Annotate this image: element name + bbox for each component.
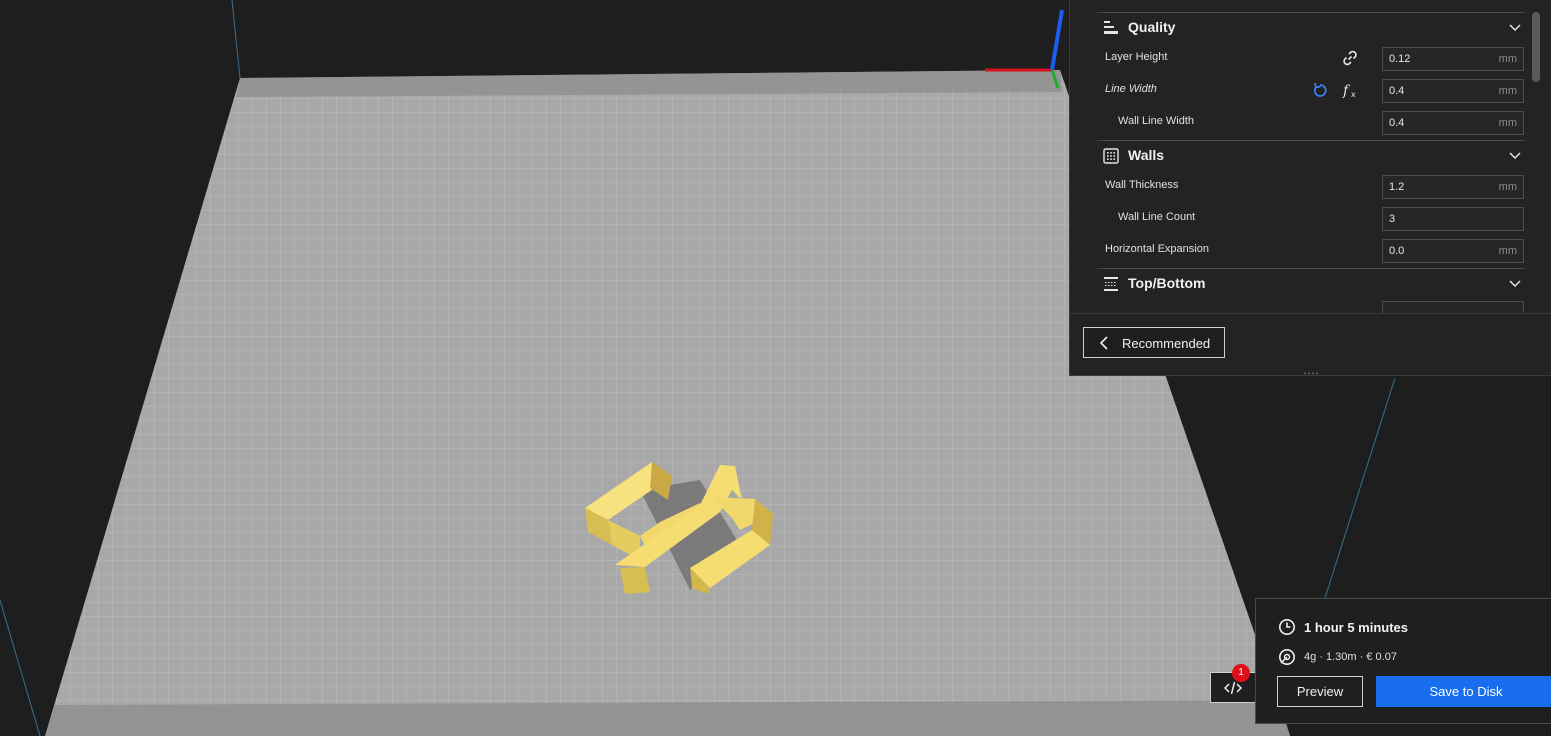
field-value: 0.4 xyxy=(1389,117,1405,129)
quality-icon xyxy=(1104,21,1118,34)
field-unit: mm xyxy=(1498,53,1517,65)
layer-height-field[interactable]: 0.12 mm xyxy=(1382,47,1524,71)
save-to-disk-button[interactable]: Save to Disk xyxy=(1376,676,1551,707)
spool-icon xyxy=(1279,649,1295,665)
field-unit: mm xyxy=(1498,245,1517,257)
setting-wall-thickness: Wall Thickness 1.2 mm xyxy=(1097,173,1525,201)
category-title: Walls xyxy=(1128,147,1165,163)
setting-wall-line-width: Wall Line Width 0.4 mm xyxy=(1097,109,1525,137)
field-value: 0.12 xyxy=(1389,53,1411,65)
recommended-label: Recommended xyxy=(1122,336,1211,351)
field-value: 0.0 xyxy=(1389,245,1405,257)
svg-text:f: f xyxy=(1342,83,1351,99)
link-icon[interactable] xyxy=(1341,49,1359,67)
setting-line-width: Line Width f x 0.4 mm xyxy=(1097,77,1525,105)
clock-icon xyxy=(1279,619,1295,635)
setting-wall-line-count: Wall Line Count 3 xyxy=(1097,205,1525,233)
field-unit: mm xyxy=(1498,85,1517,97)
reset-icon[interactable] xyxy=(1311,81,1329,99)
svg-text:x: x xyxy=(1351,90,1356,99)
setting-label: Horizontal Expansion xyxy=(1105,243,1209,255)
print-summary-panel: 1 hour 5 minutes 4g · 1.30m · € 0.07 Pre… xyxy=(1255,598,1551,724)
setting-label: Wall Line Count xyxy=(1118,211,1196,223)
walls-icon xyxy=(1103,148,1119,164)
field-unit: mm xyxy=(1498,117,1517,129)
field-value: 3 xyxy=(1389,213,1396,225)
chevron-left-icon xyxy=(1099,336,1108,350)
wall-line-count-field[interactable]: 3 xyxy=(1382,207,1524,231)
line-width-field[interactable]: 0.4 mm xyxy=(1382,79,1524,103)
setting-layer-height: Layer Height 0.12 mm xyxy=(1097,45,1525,73)
preview-button[interactable]: Preview xyxy=(1277,676,1363,707)
settings-scrollbar[interactable] xyxy=(1532,12,1540,312)
category-walls[interactable]: Walls xyxy=(1097,140,1525,170)
settings-scroll-area[interactable]: Quality Layer Height 0.12 mm Line Width xyxy=(1070,0,1530,313)
setting-horizontal-expansion: Horizontal Expansion 0.0 mm xyxy=(1097,237,1525,265)
chevron-down-icon[interactable] xyxy=(1507,19,1523,35)
setting-label: Line Width xyxy=(1105,83,1157,95)
print-settings-panel: Quality Layer Height 0.12 mm Line Width xyxy=(1069,0,1551,376)
setting-label: Wall Line Width xyxy=(1118,115,1195,127)
scrollbar-thumb[interactable] xyxy=(1532,12,1540,82)
horizontal-expansion-field[interactable]: 0.0 mm xyxy=(1382,239,1524,263)
category-quality[interactable]: Quality xyxy=(1097,12,1525,42)
field-unit: mm xyxy=(1498,181,1517,193)
top-bottom-icon xyxy=(1104,277,1118,291)
setting-label: Layer Height xyxy=(1105,51,1168,63)
recommended-button[interactable]: Recommended xyxy=(1083,327,1225,358)
chevron-down-icon[interactable] xyxy=(1507,275,1523,291)
function-icon[interactable]: f x xyxy=(1341,81,1359,99)
category-title: Quality xyxy=(1128,19,1176,35)
wall-thickness-field[interactable]: 1.2 mm xyxy=(1382,175,1524,199)
material-estimate: 4g · 1.30m · € 0.07 xyxy=(1304,651,1397,663)
partial-field[interactable] xyxy=(1382,301,1524,313)
print-time: 1 hour 5 minutes xyxy=(1304,620,1409,635)
code-icon xyxy=(1224,681,1242,695)
category-top-bottom[interactable]: Top/Bottom xyxy=(1097,268,1525,298)
setting-label: Wall Thickness xyxy=(1105,179,1179,191)
resize-grip-icon[interactable] xyxy=(1303,372,1319,375)
field-value: 0.4 xyxy=(1389,85,1405,97)
wall-line-width-field[interactable]: 0.4 mm xyxy=(1382,111,1524,135)
chevron-down-icon[interactable] xyxy=(1507,147,1523,163)
category-title: Top/Bottom xyxy=(1128,275,1206,291)
field-value: 1.2 xyxy=(1389,181,1405,193)
notification-badge: 1 xyxy=(1232,664,1250,682)
